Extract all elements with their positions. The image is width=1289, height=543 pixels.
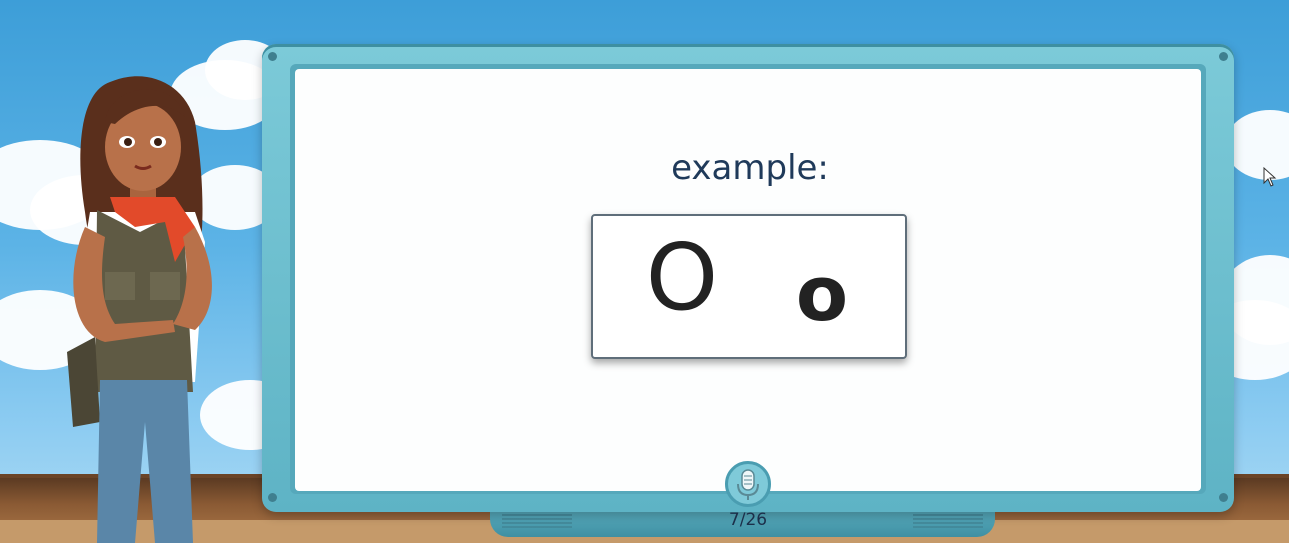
cloud — [1225, 110, 1289, 180]
example-label: example: — [671, 148, 829, 188]
lesson-scene: example: O o 7/26 — [0, 0, 1289, 543]
bolt-icon — [268, 493, 277, 502]
teacher-character — [67, 76, 212, 543]
bolt-icon — [268, 52, 277, 61]
letter-card: O o — [591, 214, 907, 359]
microphone-button[interactable] — [725, 461, 771, 507]
mouse-pointer-icon — [1263, 167, 1277, 187]
bolt-icon — [1219, 493, 1228, 502]
stand-vent-left — [502, 514, 572, 528]
microphone-icon — [737, 469, 759, 500]
lowercase-letter: o — [795, 249, 849, 338]
stand-vent-right — [913, 514, 983, 528]
uppercase-letter: O — [645, 224, 719, 331]
slide-counter: 7/26 — [728, 510, 768, 530]
bolt-icon — [1219, 52, 1228, 61]
